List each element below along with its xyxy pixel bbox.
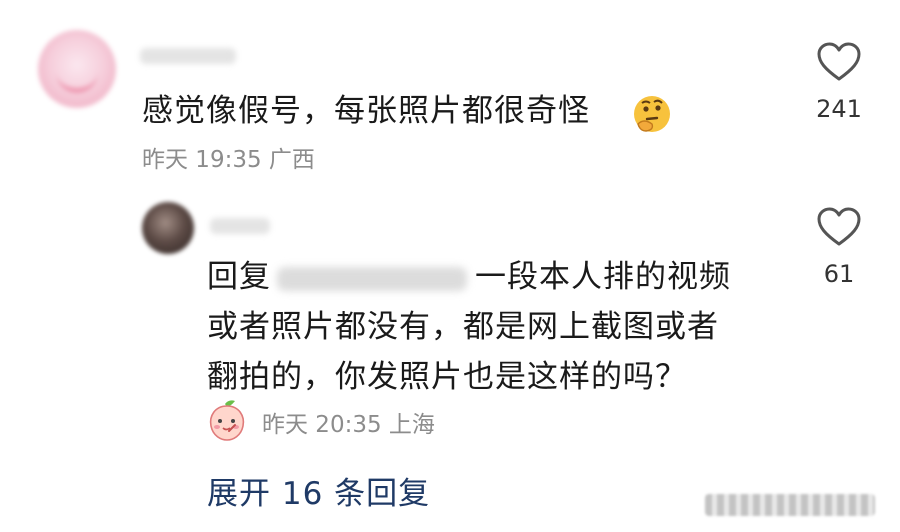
avatar[interactable] (38, 30, 116, 108)
comment-text: 感觉像假号，每张照片都很奇怪 (142, 93, 590, 129)
heart-icon[interactable] (817, 207, 861, 247)
comment-time: 昨天 19:35 (142, 147, 262, 173)
comment-meta: 昨天 19:35 广西 (142, 140, 315, 174)
mention-blurred[interactable] (277, 266, 467, 291)
thinking-face-emoji-icon (634, 96, 670, 132)
reply-avatar[interactable] (142, 202, 194, 254)
comment-location: 广西 (268, 147, 315, 173)
heart-icon[interactable] (817, 42, 861, 82)
reply-text-line-1: 回复 一段本人排的视频 (207, 254, 731, 301)
expand-replies-button[interactable]: 展开 16 条回复 (207, 468, 430, 513)
reply-meta: 昨天 20:35 上海 (262, 405, 435, 439)
watermark-blurred (705, 494, 875, 516)
reply-text-line-2: 或者照片都没有，都是网上截图或者 (207, 309, 719, 345)
peach-character-sticker-icon (209, 400, 245, 441)
reply-line1-rest: 一段本人排的视频 (475, 259, 731, 295)
reply-text-line-3: 翻拍的，你发照片也是这样的吗？ (207, 359, 687, 395)
reply-prefix: 回复 (207, 259, 271, 295)
username-blurred[interactable] (140, 48, 236, 64)
reply-time: 昨天 20:35 (262, 412, 382, 438)
reply-username-blurred[interactable] (210, 218, 270, 234)
like-count: 241 (816, 95, 862, 123)
reply-location: 上海 (388, 412, 435, 438)
reply-like-count: 61 (823, 260, 855, 288)
